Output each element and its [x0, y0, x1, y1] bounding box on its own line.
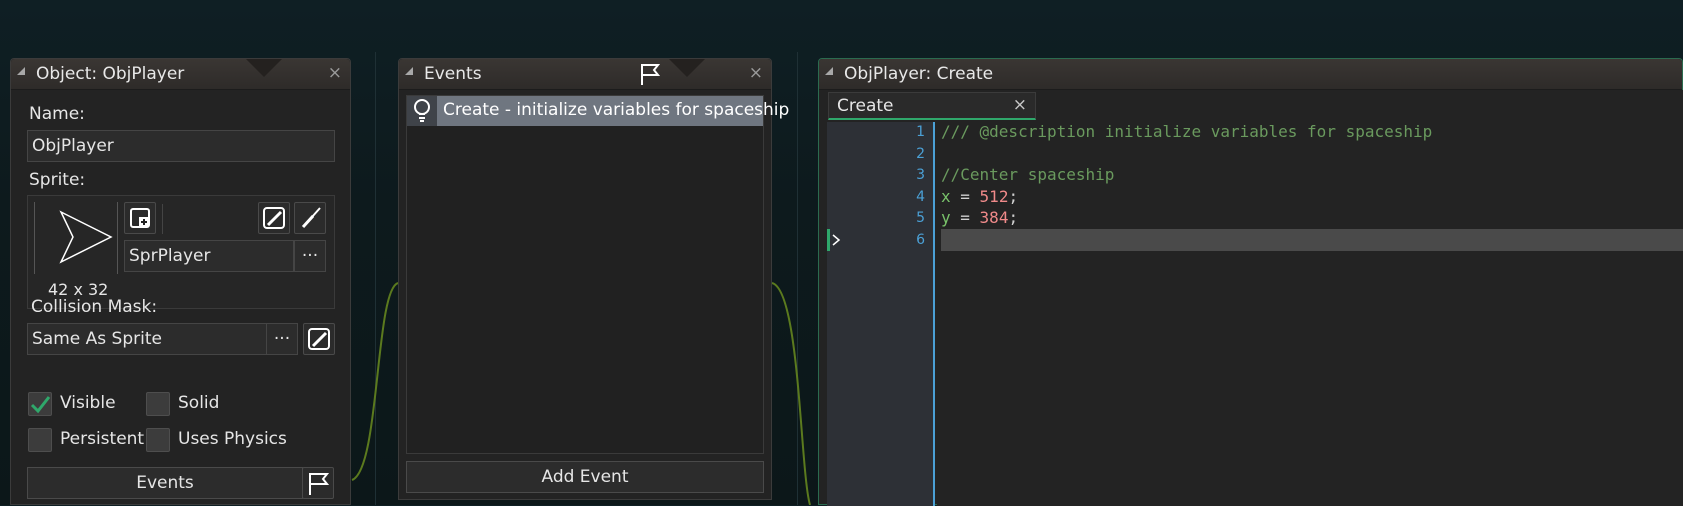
code-tab-bar: Create ×: [819, 90, 1683, 122]
flag-icon: [309, 473, 330, 495]
events-flag-button[interactable]: [302, 467, 334, 499]
code-line-4: x = 512;: [941, 187, 1018, 206]
line-number: 6: [916, 232, 925, 248]
line-number: 1: [916, 124, 925, 140]
line-number: 5: [916, 210, 925, 226]
event-list-item[interactable]: Create - initialize variables for spaces…: [407, 96, 789, 126]
line-number: 3: [916, 167, 925, 183]
toolbar-separator: [162, 204, 163, 234]
panel-notch: [669, 59, 705, 77]
code-variable: x: [941, 187, 951, 206]
events-panel: Events × Create - initialize variables f…: [398, 58, 789, 500]
code-tab-label: Create: [837, 96, 894, 116]
persistent-label: Persistent: [60, 429, 145, 449]
sprite-group: 42 x 32 SprPlayer ···: [27, 195, 335, 309]
event-icon-box: [407, 96, 437, 126]
code-panel-titlebar[interactable]: ObjPlayer: Create: [819, 59, 1682, 90]
line-number: 4: [916, 189, 925, 205]
collision-mask-select[interactable]: Same As Sprite: [27, 323, 267, 355]
sprite-preview[interactable]: [34, 202, 118, 274]
uses-physics-label: Uses Physics: [178, 429, 287, 449]
code-panel-title: ObjPlayer: Create: [844, 64, 994, 84]
collision-mask-label: Collision Mask:: [31, 297, 158, 317]
events-panel-title: Events: [424, 64, 482, 84]
events-panel-titlebar[interactable]: Events ×: [399, 59, 771, 90]
code-line-1: /// @description initialize variables fo…: [941, 122, 1433, 141]
visible-checkbox[interactable]: [28, 392, 52, 416]
edit-image-icon: [308, 328, 330, 350]
object-panel-title: Object: ObjPlayer: [36, 64, 185, 84]
code-operator: =: [950, 187, 980, 206]
add-event-button[interactable]: Add Event: [406, 461, 764, 493]
events-button[interactable]: Events: [27, 467, 303, 499]
object-name-input[interactable]: ObjPlayer: [27, 130, 335, 162]
visible-label: Visible: [60, 393, 116, 413]
line-number: 2: [916, 146, 925, 162]
code-line-3: //Center spaceship: [941, 165, 1115, 184]
sprite-label: Sprite:: [29, 170, 86, 190]
event-item-label: Create - initialize variables for spaces…: [443, 100, 790, 120]
code-terminator: ;: [1008, 187, 1019, 206]
lightbulb-icon: [414, 99, 430, 122]
sprite-select[interactable]: SprPlayer: [124, 240, 294, 272]
close-icon[interactable]: ×: [328, 63, 342, 83]
code-variable: y: [941, 208, 951, 227]
sprite-browse-button[interactable]: ···: [294, 240, 326, 272]
checkmark-icon: [30, 396, 51, 414]
collapse-corner-icon[interactable]: [17, 67, 25, 75]
current-line-highlight: [941, 229, 1683, 251]
caret-arrow-icon: [832, 234, 841, 246]
event-list: Create - initialize variables for spaces…: [406, 95, 789, 454]
code-editor-panel: ObjPlayer: Create Create × 1 2 3 4 5 6 /…: [818, 58, 1683, 506]
paint-sprite-button[interactable]: [294, 202, 326, 234]
code-terminator: ;: [1008, 208, 1019, 227]
object-panel-titlebar[interactable]: Object: ObjPlayer ×: [11, 59, 350, 90]
brush-icon: [301, 207, 321, 229]
name-label: Name:: [29, 104, 85, 124]
tab-close-icon[interactable]: ×: [1013, 95, 1027, 115]
persistent-checkbox[interactable]: [28, 428, 52, 452]
edit-image-icon: [263, 207, 285, 229]
collapse-corner-icon[interactable]: [825, 67, 833, 75]
close-icon[interactable]: ×: [749, 63, 763, 83]
new-sprite-button[interactable]: [124, 202, 156, 234]
solid-label: Solid: [178, 393, 220, 413]
collapse-corner-icon[interactable]: [405, 67, 413, 75]
player-ship-sprite-icon: [59, 210, 113, 264]
edit-mask-button[interactable]: [303, 323, 335, 355]
code-number: 384: [979, 208, 1009, 227]
code-operator: =: [950, 208, 980, 227]
solid-checkbox[interactable]: [146, 392, 170, 416]
object-editor-panel: Object: ObjPlayer × Name: ObjPlayer Spri…: [10, 58, 351, 505]
collision-browse-button[interactable]: ···: [266, 323, 298, 355]
code-gutter: 1 2 3 4 5 6: [827, 122, 935, 506]
code-line-5: y = 384;: [941, 208, 1018, 227]
new-sprite-icon: [130, 208, 150, 228]
code-text-area[interactable]: /// @description initialize variables fo…: [937, 122, 1683, 506]
panel-notch: [246, 59, 282, 77]
code-tab[interactable]: Create ×: [828, 92, 1036, 120]
flag-icon[interactable]: [637, 61, 663, 87]
current-line-marker: [827, 229, 830, 251]
code-number: 512: [979, 187, 1009, 206]
uses-physics-checkbox[interactable]: [146, 428, 170, 452]
edit-sprite-button[interactable]: [258, 202, 290, 234]
